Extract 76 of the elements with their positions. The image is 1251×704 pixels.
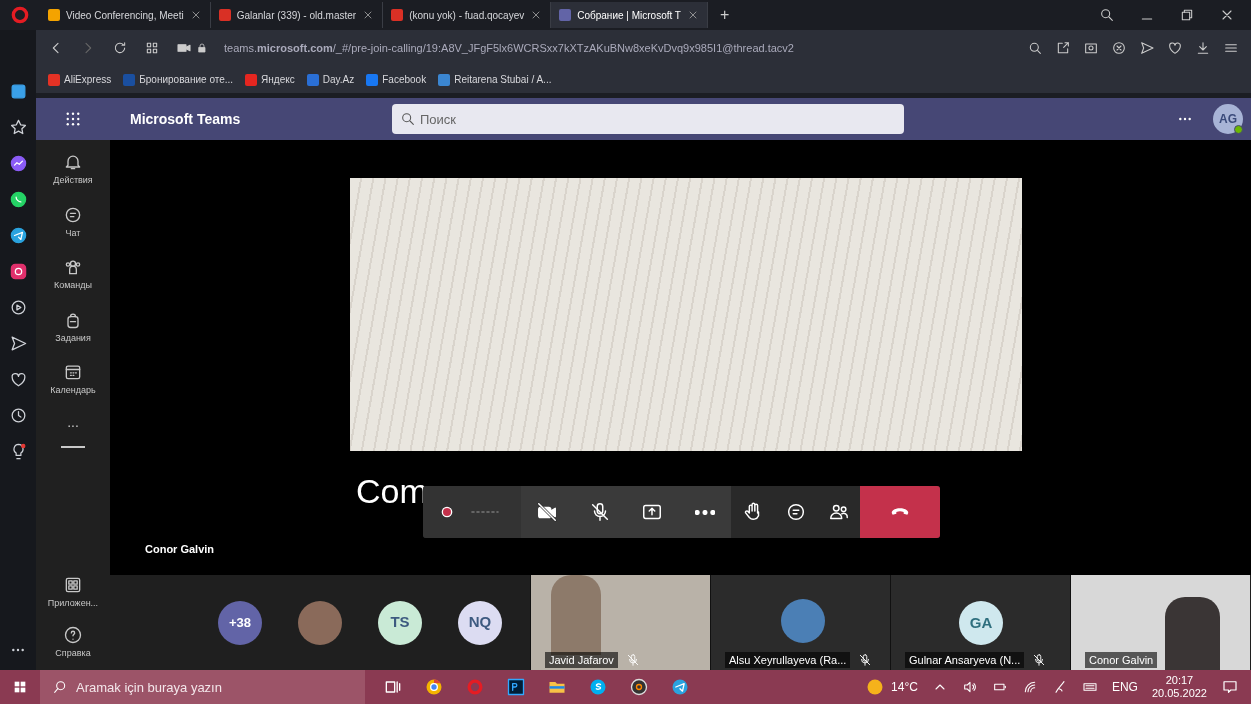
- participant-name: Gulnar Ansaryeva (N...: [905, 651, 1025, 668]
- tab-title: (konu yok) - fuad.qocayev: [409, 8, 525, 23]
- send-icon[interactable]: [1139, 40, 1155, 56]
- download-icon[interactable]: [1195, 40, 1211, 56]
- media-player-icon[interactable]: [629, 677, 649, 697]
- search-icon[interactable]: [1099, 7, 1115, 23]
- participant-name: Conor Galvin: [1085, 651, 1158, 668]
- windows-start-icon[interactable]: [12, 679, 28, 695]
- tab-title: Собрание | Microsoft T: [577, 8, 681, 23]
- grid-icon[interactable]: [144, 40, 160, 56]
- zoom-icon[interactable]: [1027, 40, 1043, 56]
- participant-name: Javid Jafarov: [545, 651, 618, 668]
- participant-avatar: GA: [959, 601, 1003, 645]
- rail-item[interactable]: Приложен...: [36, 575, 110, 611]
- timer-icon: [471, 510, 499, 514]
- chrome-icon[interactable]: [424, 677, 444, 697]
- rail-item[interactable]: Календарь: [36, 362, 110, 398]
- new-tab-button[interactable]: +: [707, 3, 742, 27]
- photo-placeholder: [298, 600, 342, 645]
- participant-avatar: TS: [378, 600, 422, 645]
- skype-icon[interactable]: [588, 677, 608, 697]
- browser-tab[interactable]: Galanlar (339) - old.master: [210, 2, 384, 28]
- presenter-name: Conor Galvin: [145, 542, 215, 557]
- more-button[interactable]: ...: [67, 414, 79, 429]
- help-icon: [63, 624, 83, 645]
- more-participants-button[interactable]: +38: [218, 600, 262, 645]
- browser-tab[interactable]: Собрание | Microsoft T: [551, 2, 708, 28]
- star-icon[interactable]: [8, 118, 28, 137]
- rail-item[interactable]: Действия: [36, 152, 110, 188]
- block-icon[interactable]: [1111, 40, 1127, 56]
- more-icon: [694, 509, 715, 515]
- search-icon: [400, 111, 416, 127]
- whatsapp-icon[interactable]: [8, 190, 28, 209]
- snapshot-icon[interactable]: [1083, 40, 1099, 56]
- share-icon[interactable]: [1055, 40, 1071, 56]
- recording-icon: [439, 504, 455, 520]
- participant-name: Alsu Xeyrullayeva (Ra...: [725, 651, 851, 668]
- bookmark-link[interactable]: Day.Az: [322, 72, 355, 87]
- volume-icon[interactable]: [961, 679, 978, 695]
- bookmark-link[interactable]: Бронирование оте...: [139, 72, 234, 87]
- phone-icon: [889, 507, 911, 517]
- messenger-icon[interactable]: [8, 154, 28, 173]
- opera-logo-icon: [10, 5, 30, 25]
- reload-icon[interactable]: [112, 40, 128, 56]
- telegram-icon[interactable]: [8, 226, 28, 245]
- search-icon: [52, 679, 68, 695]
- browser-tab[interactable]: Video Conferencing, Meeti: [40, 2, 211, 28]
- user-avatar[interactable]: AG: [1213, 104, 1243, 134]
- rail-item[interactable]: Задания: [36, 309, 110, 345]
- search-field[interactable]: Поиск: [392, 104, 904, 134]
- photoshop-icon[interactable]: [506, 677, 526, 697]
- restore-icon[interactable]: [1179, 7, 1195, 23]
- heart-icon[interactable]: [1167, 40, 1183, 56]
- apps-icon: [63, 575, 83, 595]
- camera-off-icon: [536, 501, 559, 523]
- telegram-icon[interactable]: [670, 677, 690, 697]
- participant-avatar: [781, 599, 825, 643]
- app-title: Microsoft Teams: [130, 109, 242, 129]
- lock-icon: [196, 42, 208, 54]
- bookmark-link[interactable]: Яндекс: [261, 72, 295, 87]
- tab-title: Video Conferencing, Meeti: [66, 8, 184, 23]
- clock[interactable]: 20:17 20.05.2022: [1151, 674, 1207, 700]
- taskbar-search-field[interactable]: Aramak için buraya yazın: [40, 670, 365, 704]
- bookmark-link[interactable]: Facebook: [382, 72, 427, 87]
- language-indicator[interactable]: ENG: [1111, 678, 1138, 696]
- temperature[interactable]: 14°C: [891, 678, 918, 696]
- app-launcher-icon[interactable]: [64, 110, 82, 128]
- bookmark-link[interactable]: Reitarena Stubai / A...: [454, 72, 552, 87]
- participant-avatar: NQ: [458, 600, 502, 645]
- instagram-icon[interactable]: [8, 262, 28, 281]
- rail-item[interactable]: Чат: [36, 204, 110, 240]
- rail-item[interactable]: Команды: [36, 257, 110, 293]
- rail-item[interactable]: Справка: [36, 624, 110, 660]
- bookmark-link[interactable]: AliExpress: [64, 72, 112, 87]
- notifications-icon[interactable]: [1221, 678, 1239, 696]
- tab-title: Galanlar (339) - old.master: [236, 8, 357, 23]
